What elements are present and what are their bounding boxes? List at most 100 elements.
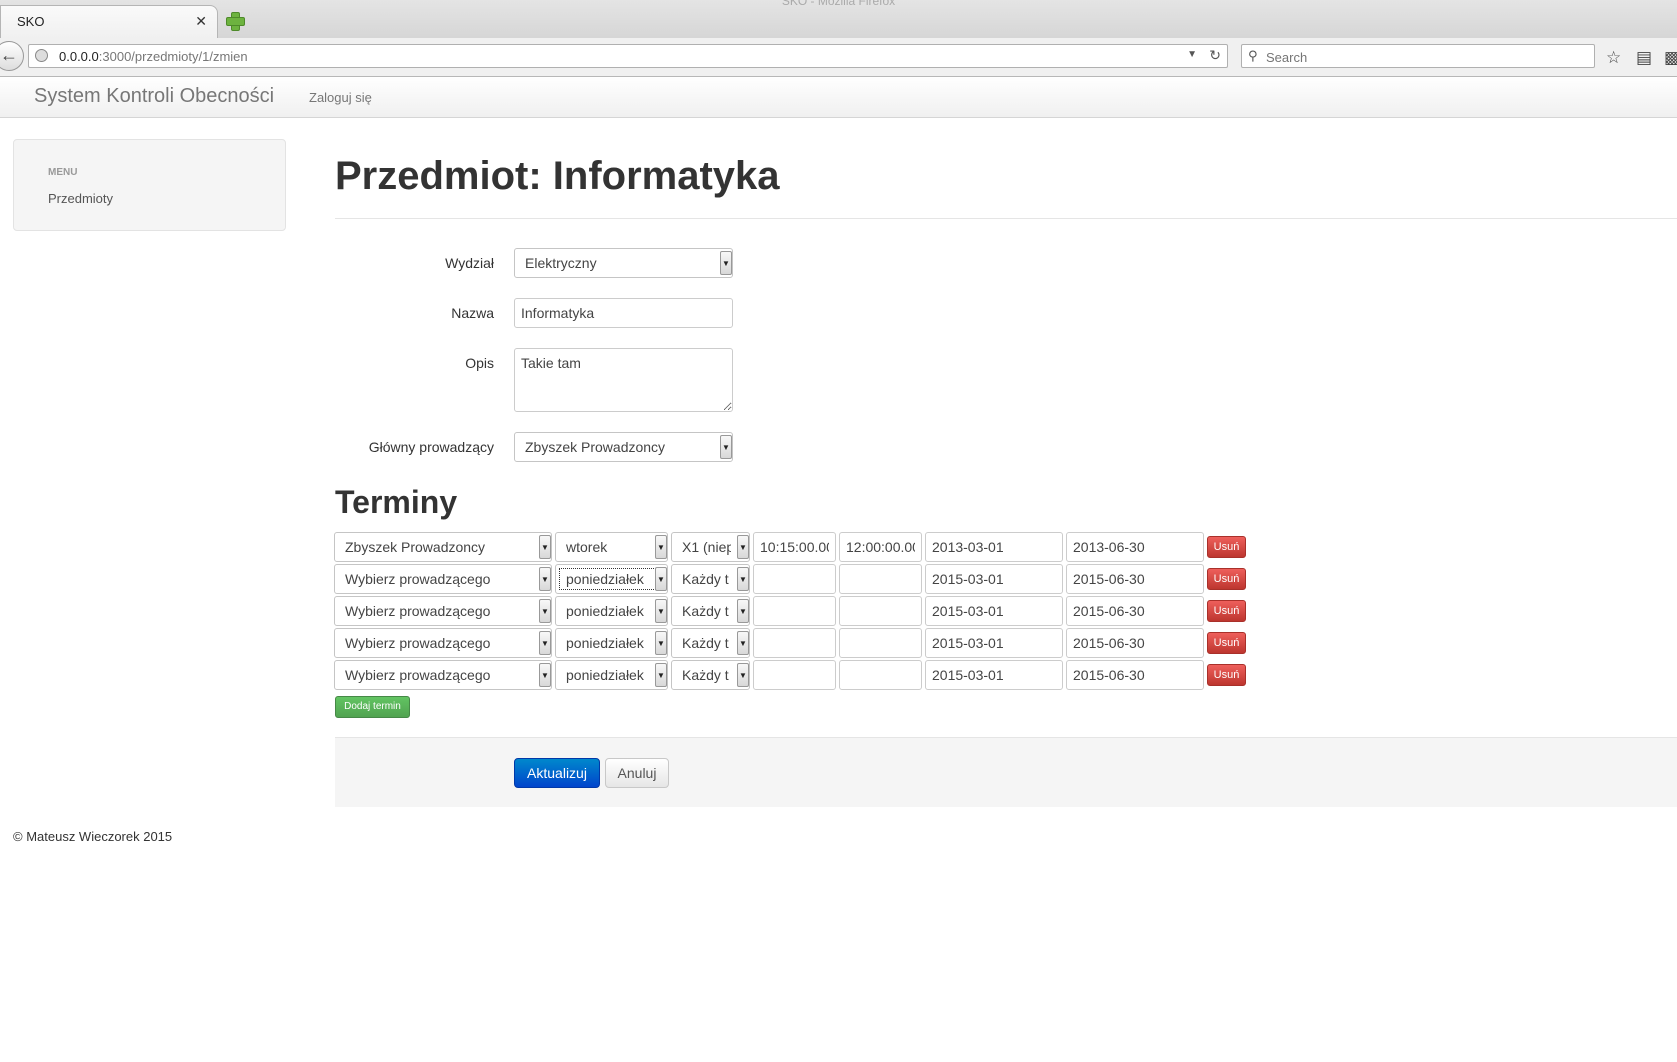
login-link[interactable]: Zaloguj się (309, 90, 372, 105)
termin-teacher-value: Wybierz prowadzącego (345, 571, 491, 587)
termin-week-select[interactable]: Każdy t ▼ (671, 660, 750, 690)
window-title: SKO - Mozilla Firefox (781, 0, 896, 8)
termin-teacher-select[interactable]: Wybierz prowadzącego ▼ (334, 628, 552, 658)
termin-start-input[interactable] (753, 596, 836, 626)
tab-title: SKO (17, 14, 45, 29)
search-bar[interactable]: ⚲ (1241, 44, 1595, 68)
termin-from-input[interactable] (925, 596, 1063, 626)
termin-day-select[interactable]: poniedziałek ▼ (555, 564, 668, 594)
chevron-down-icon: ▼ (737, 535, 749, 559)
site-navbar: System Kontroli Obecności Zaloguj się (0, 77, 1677, 118)
dropdown-arrow-icon[interactable]: ▼ (1187, 49, 1197, 60)
brand[interactable]: System Kontroli Obecności (34, 85, 274, 108)
nazwa-label: Nazwa (451, 305, 494, 321)
url-host: 0.0.0.0 (59, 49, 99, 64)
termin-start-input[interactable] (753, 532, 836, 562)
termin-end-input[interactable] (839, 660, 922, 690)
menu-header: MENU (48, 167, 78, 178)
termin-day-value: poniedziałek (566, 603, 644, 619)
chevron-down-icon: ▼ (737, 631, 749, 655)
wydzial-select[interactable]: Elektryczny ▼ (514, 248, 733, 278)
footer-copyright: © Mateusz Wieczorek 2015 (13, 829, 173, 844)
new-tab-icon[interactable] (224, 10, 246, 32)
url-text: 0.0.0.0:3000/przedmioty/1/zmien (59, 49, 248, 64)
add-termin-button[interactable]: Dodaj termin (335, 696, 410, 718)
chevron-down-icon: ▼ (655, 535, 667, 559)
termin-start-input[interactable] (753, 660, 836, 690)
termin-day-select[interactable]: wtorek ▼ (555, 532, 668, 562)
reading-list-icon[interactable]: ▤ (1636, 48, 1652, 68)
termin-week-select[interactable]: Każdy t ▼ (671, 564, 750, 594)
termin-week-select[interactable]: X1 (niep ▼ (671, 532, 750, 562)
termin-end-input[interactable] (839, 596, 922, 626)
termin-from-input[interactable] (925, 532, 1063, 562)
termin-start-input[interactable] (753, 628, 836, 658)
title-divider (335, 218, 1677, 219)
termin-day-select[interactable]: poniedziałek ▼ (555, 596, 668, 626)
termin-week-value: Każdy t (682, 667, 729, 683)
terminy-title: Terminy (335, 484, 458, 520)
termin-to-input[interactable] (1066, 532, 1204, 562)
termin-to-input[interactable] (1066, 564, 1204, 594)
termin-to-input[interactable] (1066, 628, 1204, 658)
termin-end-input[interactable] (839, 628, 922, 658)
prowadzacy-label: Główny prowadzący (368, 439, 494, 455)
close-icon[interactable]: ✕ (195, 13, 207, 30)
chevron-down-icon: ▼ (655, 599, 667, 623)
pocket-icon[interactable]: ▩ (1664, 48, 1677, 68)
search-icon: ⚲ (1248, 48, 1258, 63)
chevron-down-icon: ▼ (655, 663, 667, 687)
prowadzacy-select[interactable]: Zbyszek Prowadzoncy ▼ (514, 432, 733, 462)
termin-week-select[interactable]: Każdy t ▼ (671, 628, 750, 658)
cancel-button[interactable]: Anuluj (605, 758, 669, 788)
termin-day-value: poniedziałek (566, 667, 644, 683)
back-arrow-icon[interactable]: ← (0, 41, 24, 71)
chevron-down-icon: ▼ (539, 599, 551, 623)
page-title: Przedmiot: Informatyka (335, 154, 780, 198)
termin-teacher-select[interactable]: Wybierz prowadzącego ▼ (334, 660, 552, 690)
sidebar-item-przedmioty[interactable]: Przedmioty (48, 191, 113, 206)
chevron-down-icon: ▼ (737, 663, 749, 687)
remove-termin-button[interactable]: Usuń (1207, 600, 1246, 622)
termin-teacher-select[interactable]: Wybierz prowadzącego ▼ (334, 564, 552, 594)
termin-week-select[interactable]: Każdy t ▼ (671, 596, 750, 626)
opis-label: Opis (465, 355, 494, 371)
browser-tab[interactable]: SKO ✕ (0, 5, 218, 39)
chevron-down-icon: ▼ (720, 435, 732, 459)
termin-start-input[interactable] (753, 564, 836, 594)
termin-teacher-select[interactable]: Zbyszek Prowadzoncy ▼ (334, 532, 552, 562)
wydzial-value: Elektryczny (525, 255, 597, 271)
termin-end-input[interactable] (839, 532, 922, 562)
termin-to-input[interactable] (1066, 596, 1204, 626)
chevron-down-icon: ▼ (655, 631, 667, 655)
remove-termin-button[interactable]: Usuń (1207, 568, 1246, 590)
termin-from-input[interactable] (925, 564, 1063, 594)
chevron-down-icon: ▼ (539, 663, 551, 687)
termin-end-input[interactable] (839, 564, 922, 594)
termin-from-input[interactable] (925, 628, 1063, 658)
url-bar[interactable]: 0.0.0.0:3000/przedmioty/1/zmien ▼ ↻ (28, 44, 1228, 68)
search-input[interactable] (1264, 48, 1584, 66)
chevron-down-icon: ▼ (539, 631, 551, 655)
remove-termin-button[interactable]: Usuń (1207, 536, 1246, 558)
chevron-down-icon: ▼ (720, 251, 732, 275)
nazwa-input[interactable] (514, 298, 733, 328)
opis-textarea[interactable]: Takie tam (514, 348, 733, 412)
reload-icon[interactable]: ↻ (1209, 47, 1221, 64)
bookmark-star-icon[interactable]: ☆ (1606, 48, 1621, 68)
termin-week-value: X1 (niep (682, 539, 731, 555)
globe-icon (35, 49, 48, 62)
chevron-down-icon: ▼ (539, 535, 551, 559)
termin-teacher-value: Wybierz prowadzącego (345, 667, 491, 683)
termin-day-value: poniedziałek (566, 635, 644, 651)
termin-to-input[interactable] (1066, 660, 1204, 690)
termin-from-input[interactable] (925, 660, 1063, 690)
termin-day-select[interactable]: poniedziałek ▼ (555, 660, 668, 690)
submit-button[interactable]: Aktualizuj (514, 758, 600, 788)
browser-toolbar: ← 0.0.0.0:3000/przedmioty/1/zmien ▼ ↻ ⚲ … (0, 38, 1677, 77)
termin-teacher-select[interactable]: Wybierz prowadzącego ▼ (334, 596, 552, 626)
remove-termin-button[interactable]: Usuń (1207, 632, 1246, 654)
remove-termin-button[interactable]: Usuń (1207, 664, 1246, 686)
termin-day-select[interactable]: poniedziałek ▼ (555, 628, 668, 658)
termin-day-value: wtorek (566, 539, 608, 555)
